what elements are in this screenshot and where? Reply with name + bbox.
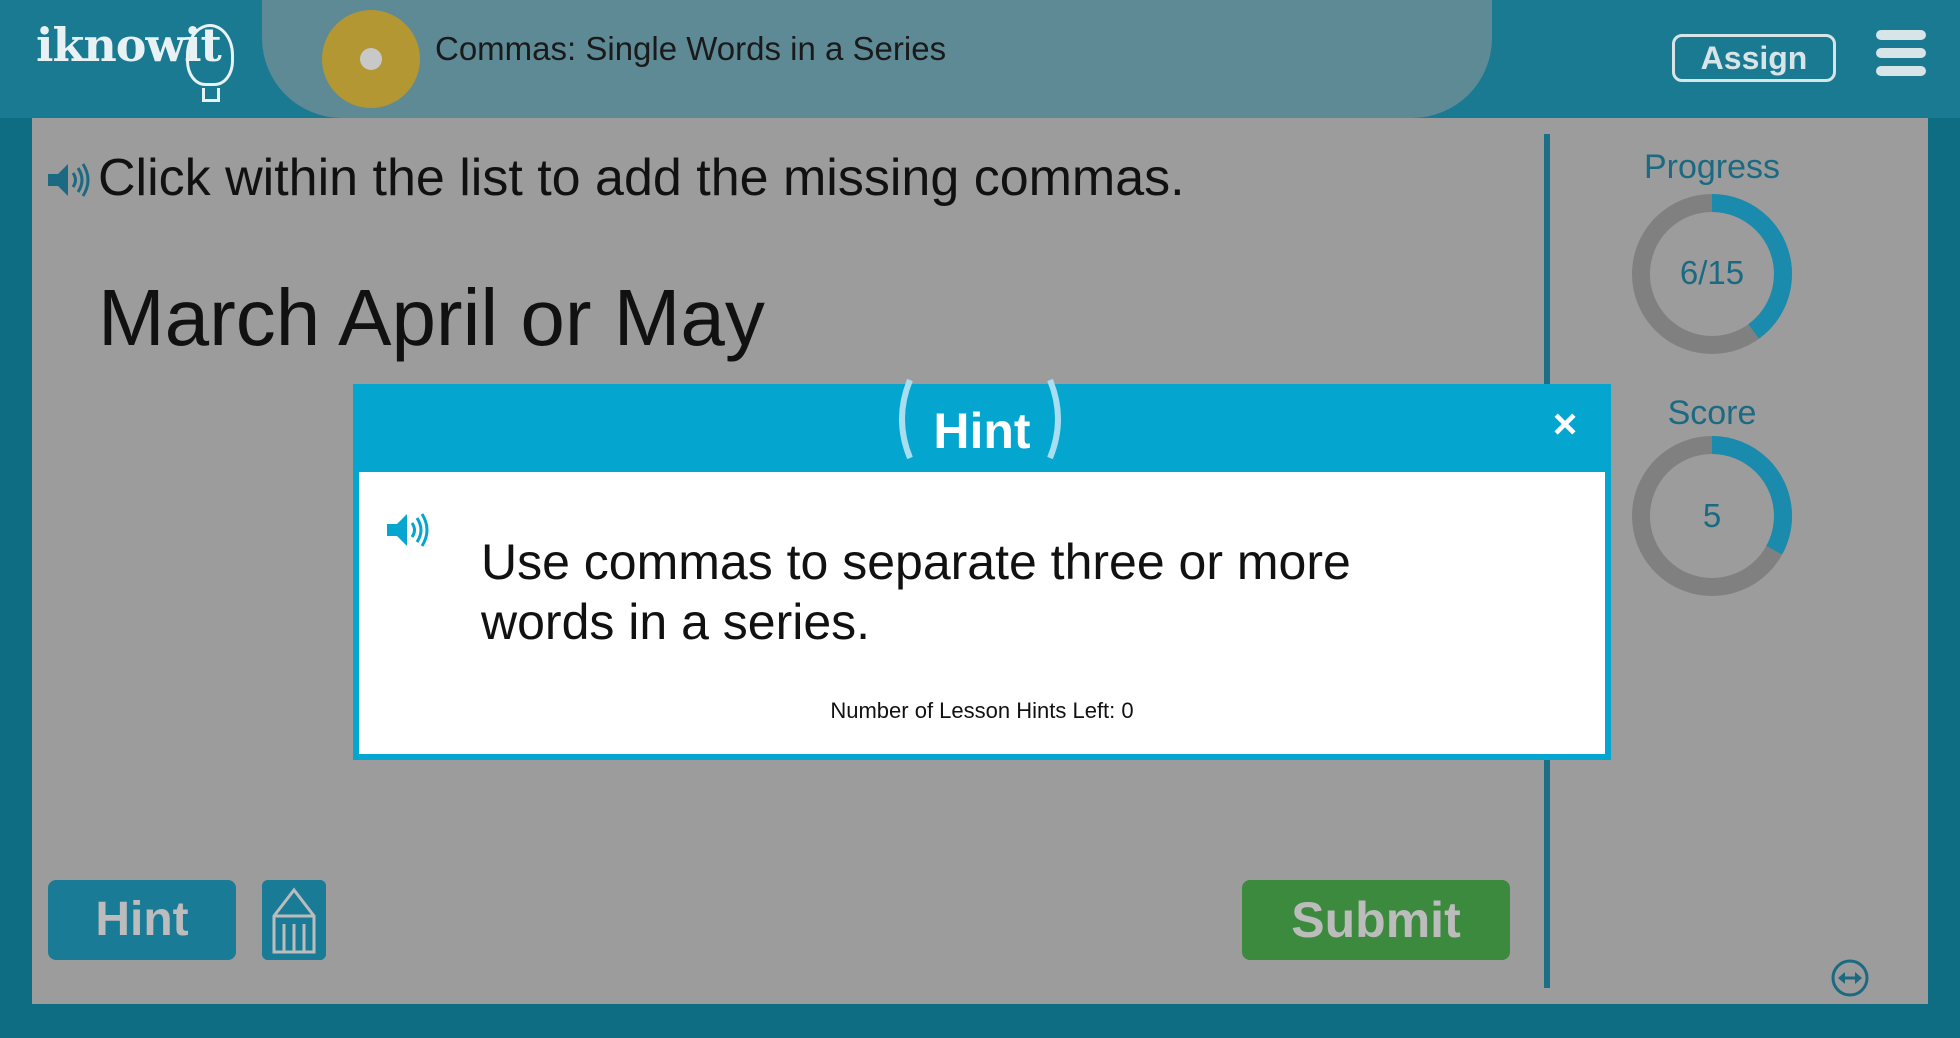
top-bar: iknowit Commas: Single Words in a Series… xyxy=(0,0,1960,118)
logo[interactable]: iknowit xyxy=(36,18,234,102)
hamburger-menu-icon[interactable] xyxy=(1876,30,1926,76)
lesson-disc-icon xyxy=(322,10,420,108)
hints-left-count: Number of Lesson Hints Left: 0 xyxy=(830,698,1134,723)
score-label: Score xyxy=(1667,394,1757,432)
hint-text: Use commas to separate three or more wor… xyxy=(481,534,1351,650)
close-icon[interactable]: × xyxy=(1545,403,1585,445)
lightbulb-icon xyxy=(186,24,234,86)
hint-dialog-title: Hint xyxy=(933,403,1031,459)
speaker-icon[interactable] xyxy=(46,160,90,200)
pencil-icon[interactable] xyxy=(262,880,326,960)
hint-speaker-icon[interactable] xyxy=(385,510,429,550)
question-prompt: Click within the list to add the missing… xyxy=(98,149,1185,207)
progress-label: Progress xyxy=(1643,148,1781,186)
hint-button[interactable]: Hint xyxy=(48,880,236,960)
expand-horizontal-icon[interactable] xyxy=(1830,958,1870,998)
hint-dialog-body: Use commas to separate three or more wor… xyxy=(359,472,1605,754)
lightbulb-base-icon xyxy=(202,88,220,102)
score-value: 5 xyxy=(1702,497,1722,534)
submit-button[interactable]: Submit xyxy=(1242,880,1510,960)
assign-button[interactable]: Assign xyxy=(1672,34,1836,82)
word-series[interactable]: March April or May xyxy=(98,272,765,364)
progress-value: 6/15 xyxy=(1679,254,1745,291)
lesson-title: Commas: Single Words in a Series xyxy=(435,30,947,67)
hint-dialog: Hint × Use commas to separate three or m… xyxy=(353,378,1611,760)
